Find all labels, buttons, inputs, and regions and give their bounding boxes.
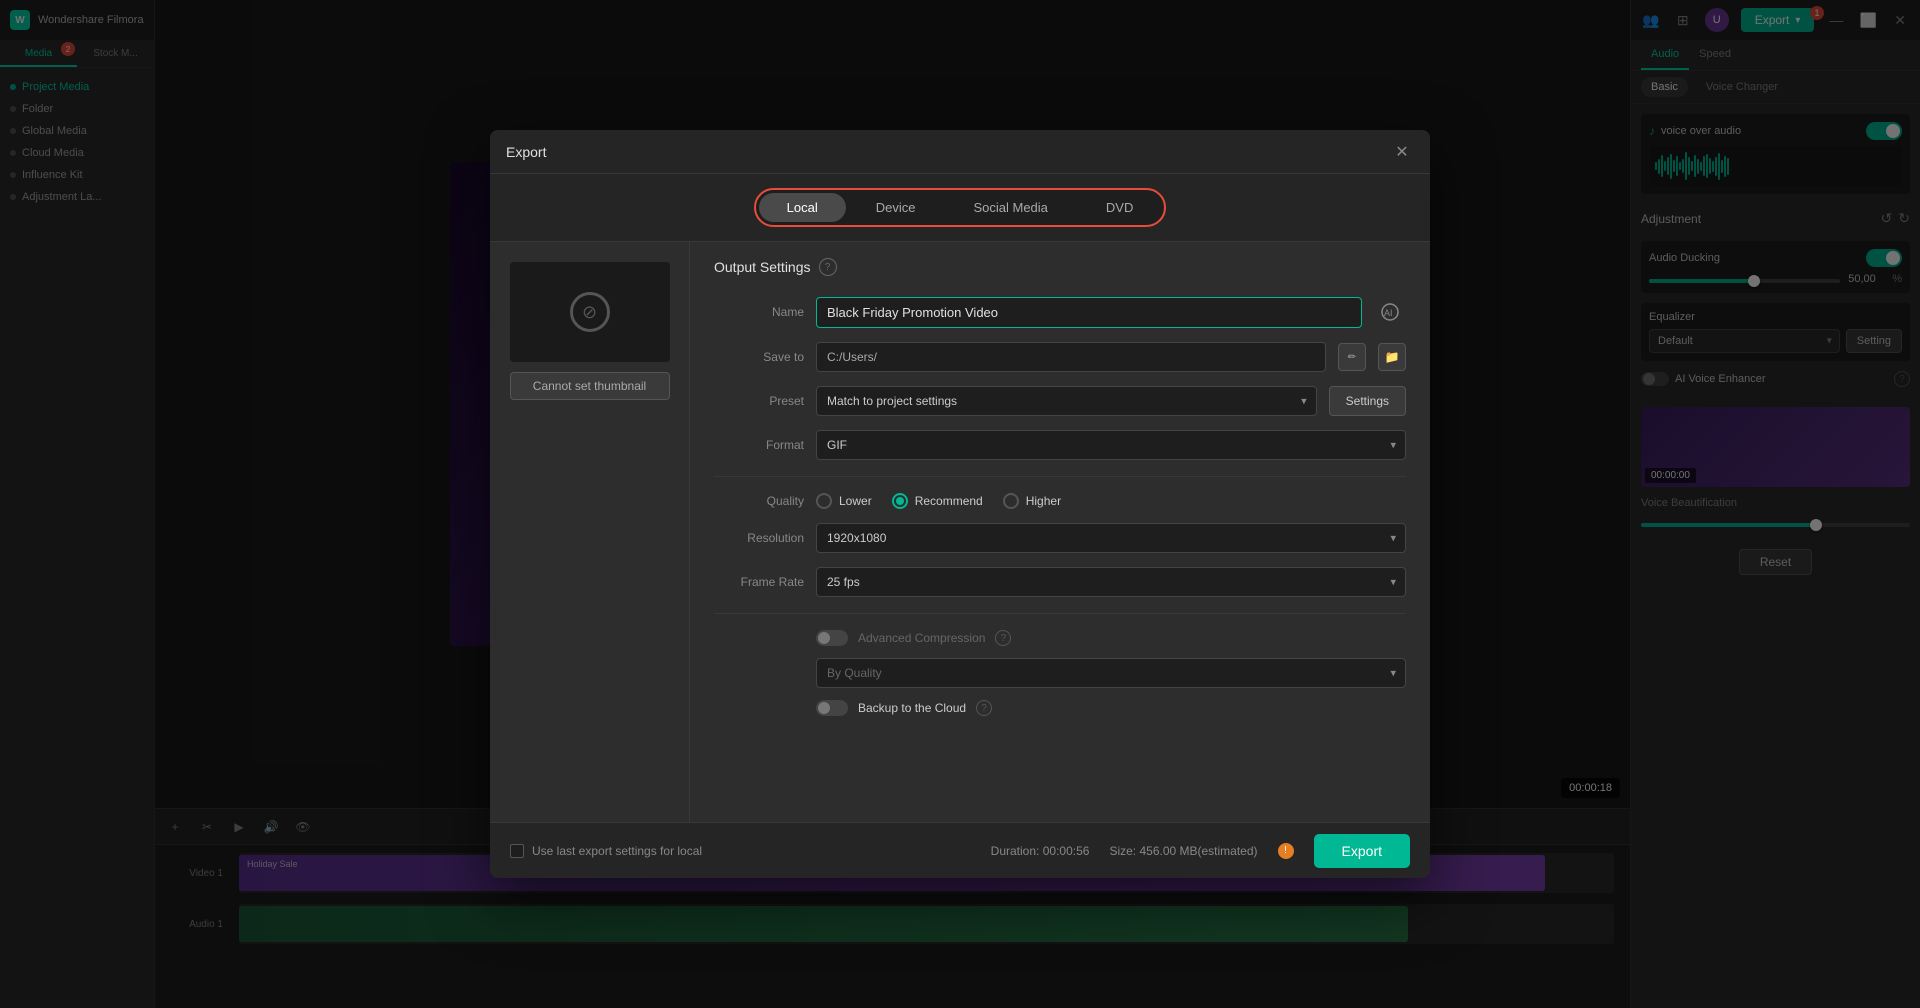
frame-rate-select[interactable]: 25 fps: [816, 567, 1406, 597]
backup-help-icon[interactable]: ?: [976, 700, 992, 716]
radio-lower-circle: [816, 493, 832, 509]
preset-select[interactable]: Match to project settings: [816, 386, 1317, 416]
by-quality-select-wrapper: By Quality: [816, 658, 1406, 688]
advanced-compression-row: Advanced Compression ?: [714, 630, 1406, 646]
quality-recommend[interactable]: Recommend: [892, 493, 983, 509]
advanced-compression-help-icon[interactable]: ?: [995, 630, 1011, 646]
use-last-settings-checkbox[interactable]: [510, 844, 524, 858]
thumbnail-area: ⊘ Cannot set thumbnail: [490, 242, 690, 822]
export-main-button[interactable]: Export: [1314, 834, 1410, 868]
duration-display: Duration: 00:00:56: [991, 844, 1090, 858]
radio-higher-circle: [1003, 493, 1019, 509]
export-tab-dvd[interactable]: DVD: [1078, 193, 1161, 222]
output-settings-header: Output Settings ?: [714, 258, 1406, 276]
quality-higher[interactable]: Higher: [1003, 493, 1061, 509]
export-tab-group: Local Device Social Media DVD: [754, 188, 1167, 227]
save-to-label: Save to: [714, 350, 804, 364]
quality-higher-label: Higher: [1026, 494, 1061, 508]
name-input[interactable]: [816, 297, 1362, 328]
folder-browse-icon[interactable]: 📁: [1378, 343, 1406, 371]
export-tab-local[interactable]: Local: [759, 193, 846, 222]
preset-row: Preset Match to project settings Setting…: [714, 386, 1406, 416]
modal-body: ⊘ Cannot set thumbnail Output Settings ?…: [490, 242, 1430, 822]
advanced-compression-label: Advanced Compression: [858, 631, 985, 645]
backup-row: Backup to the Cloud ?: [714, 700, 1406, 716]
radio-recommend-circle: [892, 493, 908, 509]
resolution-select[interactable]: 1920x1080: [816, 523, 1406, 553]
quality-options: Lower Recommend Higher: [816, 493, 1061, 509]
save-to-row: Save to C:/Users/ ✏ 📁: [714, 342, 1406, 372]
modal-titlebar: Export ✕: [490, 130, 1430, 174]
preset-settings-button[interactable]: Settings: [1329, 386, 1406, 416]
resolution-label: Resolution: [714, 531, 804, 545]
export-tab-social-media[interactable]: Social Media: [945, 193, 1075, 222]
modal-footer: Use last export settings for local Durat…: [490, 822, 1430, 878]
svg-text:AI: AI: [1384, 308, 1393, 318]
output-settings-label: Output Settings: [714, 259, 811, 275]
quality-recommend-label: Recommend: [915, 494, 983, 508]
modal-close-button[interactable]: ✕: [1390, 140, 1414, 164]
save-path-display: C:/Users/: [816, 342, 1326, 372]
name-label: Name: [714, 305, 804, 319]
quality-row: Quality Lower Recommend Higher: [714, 493, 1406, 509]
quality-label: Quality: [714, 494, 804, 508]
footer-left: Use last export settings for local: [510, 844, 702, 858]
thumbnail-box: ⊘: [510, 262, 670, 362]
preset-label: Preset: [714, 394, 804, 408]
settings-area: Output Settings ? Name AI: [690, 242, 1430, 822]
frame-rate-row: Frame Rate 25 fps: [714, 567, 1406, 597]
advanced-compression-toggle[interactable]: [816, 630, 848, 646]
by-quality-select[interactable]: By Quality: [816, 658, 1406, 688]
cannot-set-thumbnail-button[interactable]: Cannot set thumbnail: [510, 372, 670, 400]
frame-rate-label: Frame Rate: [714, 575, 804, 589]
export-modal: Export ✕ Local Device Social Media DVD ⊘…: [490, 130, 1430, 878]
preset-select-wrapper: Match to project settings: [816, 386, 1317, 416]
quality-lower-label: Lower: [839, 494, 872, 508]
resolution-row: Resolution 1920x1080: [714, 523, 1406, 553]
backup-toggle[interactable]: [816, 700, 848, 716]
format-label: Format: [714, 438, 804, 452]
frame-rate-select-wrapper: 25 fps: [816, 567, 1406, 597]
backup-label: Backup to the Cloud: [858, 701, 966, 715]
name-row: Name AI: [714, 296, 1406, 328]
resolution-select-wrapper: 1920x1080: [816, 523, 1406, 553]
format-select[interactable]: GIF: [816, 430, 1406, 460]
export-tab-device[interactable]: Device: [848, 193, 944, 222]
modal-title: Export: [506, 144, 546, 160]
modal-overlay: Export ✕ Local Device Social Media DVD ⊘…: [0, 0, 1920, 1008]
output-settings-help-icon[interactable]: ?: [819, 258, 837, 276]
size-display: Size: 456.00 MB(estimated): [1109, 844, 1257, 858]
quality-lower[interactable]: Lower: [816, 493, 872, 509]
by-quality-row: By Quality: [714, 658, 1406, 688]
ai-generate-icon[interactable]: AI: [1374, 296, 1406, 328]
no-thumbnail-icon: ⊘: [570, 292, 610, 332]
size-warning-icon[interactable]: !: [1278, 843, 1294, 859]
format-select-wrapper: GIF: [816, 430, 1406, 460]
divider-1: [714, 476, 1406, 477]
format-row: Format GIF: [714, 430, 1406, 460]
use-last-settings-label: Use last export settings for local: [532, 844, 702, 858]
path-edit-icon[interactable]: ✏: [1338, 343, 1366, 371]
export-tabs-container: Local Device Social Media DVD: [490, 174, 1430, 242]
footer-right: Duration: 00:00:56 Size: 456.00 MB(estim…: [991, 834, 1410, 868]
divider-2: [714, 613, 1406, 614]
